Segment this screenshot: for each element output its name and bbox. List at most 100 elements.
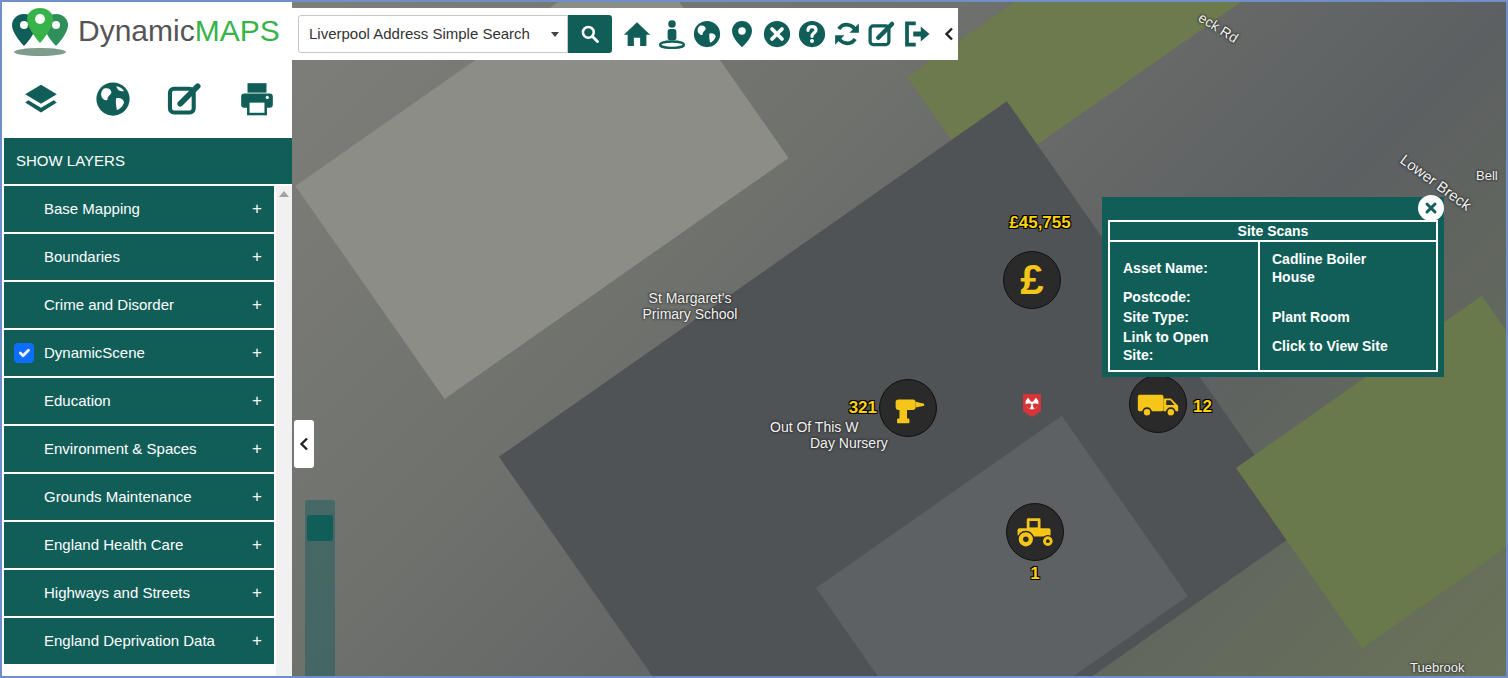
layers-header[interactable]: SHOW LAYERS	[4, 138, 292, 184]
map-label: Out Of This W	[770, 419, 858, 435]
layer-item[interactable]: Highways and Streets +	[4, 570, 274, 616]
print-icon[interactable]	[238, 80, 276, 118]
layer-item[interactable]: Education +	[4, 378, 274, 424]
layer-item[interactable]: Boundaries+	[4, 234, 274, 280]
home-icon[interactable]	[622, 19, 652, 49]
panel-tools	[2, 60, 292, 138]
zoom-handle[interactable]	[307, 515, 333, 541]
map-marker[interactable]	[1129, 375, 1187, 433]
layer-label: Base Mapping	[44, 198, 140, 221]
close-icon[interactable]	[1424, 201, 1438, 215]
scroll-up-icon[interactable]	[279, 191, 289, 197]
side-panel: DynamicMAPS SHOW LAYERS Base Mapping+Bou…	[2, 2, 292, 676]
layer-item[interactable]: Crime and Disorder +	[4, 282, 274, 328]
field-label: Asset Name:	[1123, 259, 1208, 277]
toolbar-icons	[622, 19, 932, 49]
field-value[interactable]: Click to View Site	[1272, 337, 1388, 355]
popup-field-value	[1258, 287, 1436, 307]
expand-toggle[interactable]: +	[244, 388, 262, 414]
layer-label: Grounds Maintenance	[44, 486, 192, 509]
marker-count: £45,755	[1009, 214, 1070, 233]
popup-close-button[interactable]	[1418, 195, 1444, 221]
popup-field-value[interactable]: Click to View Site	[1258, 327, 1436, 370]
expand-toggle[interactable]: +	[244, 292, 262, 318]
layer-label: Education	[44, 390, 111, 413]
marker-icon[interactable]	[727, 19, 757, 49]
layer-label: DynamicScene	[44, 342, 145, 365]
popup-field-label: Link to Open Site:	[1110, 327, 1258, 370]
map-label: Bell	[1476, 168, 1498, 184]
layer-item[interactable]: DynamicScene +	[4, 330, 274, 376]
marker-count: 321	[849, 399, 877, 418]
map-label: Tuebrook	[1410, 660, 1464, 676]
field-label: Site Type:	[1123, 308, 1189, 326]
layer-label: England Deprivation Data	[44, 630, 215, 653]
refresh-icon[interactable]	[832, 19, 862, 49]
map-label: Day Nursery	[810, 435, 888, 451]
toolbar: Liverpool Address Simple Search	[292, 8, 958, 60]
map-marker[interactable]	[1021, 392, 1043, 418]
popup-field-label: Site Type:	[1110, 307, 1258, 327]
layer-item[interactable]: England Health Care +	[4, 522, 274, 568]
popup-field-value: Plant Room	[1258, 307, 1436, 327]
expand-toggle[interactable]: +	[244, 244, 262, 270]
field-value: Plant Room	[1272, 308, 1350, 326]
layer-label: England Health Care	[44, 534, 183, 557]
popup-title: Site Scans	[1110, 222, 1436, 242]
field-label: Link to Open Site:	[1123, 328, 1238, 364]
clear-icon[interactable]	[762, 19, 792, 49]
layer-checkbox[interactable]	[14, 343, 34, 363]
map-label: St Margaret's Primary School	[635, 290, 745, 322]
edit-icon[interactable]	[867, 19, 897, 49]
layer-label: Crime and Disorder	[44, 294, 174, 317]
chevron-left-icon[interactable]	[944, 27, 954, 41]
expand-toggle[interactable]: +	[244, 196, 262, 222]
search-button[interactable]	[568, 15, 612, 53]
logo-second: MAPS	[195, 14, 280, 47]
expand-toggle[interactable]: +	[244, 628, 262, 654]
layers-icon[interactable]	[22, 80, 60, 118]
tractor-icon	[1013, 515, 1057, 549]
popup-field-value: Cadline Boiler House	[1258, 242, 1436, 287]
layers-panel: Base Mapping+Boundaries+Crime and Disord…	[4, 186, 292, 676]
expand-toggle[interactable]: +	[244, 340, 262, 366]
logout-icon[interactable]	[902, 19, 932, 49]
expand-toggle[interactable]: +	[244, 436, 262, 462]
site-popup: Site Scans Asset Name: Cadline Boiler Hou…	[1102, 197, 1444, 377]
expand-toggle[interactable]: +	[244, 484, 262, 510]
field-value: Cadline Boiler House	[1272, 250, 1400, 286]
map[interactable]: Liverpool Address Simple Search	[292, 2, 1506, 676]
globe-icon[interactable]	[94, 80, 132, 118]
hazard-icon	[1021, 392, 1043, 418]
layer-list: Base Mapping+Boundaries+Crime and Disord…	[4, 186, 274, 676]
layer-scrollbar[interactable]	[276, 186, 292, 676]
magnifier-icon	[580, 24, 600, 44]
logo[interactable]: DynamicMAPS	[2, 2, 292, 60]
logo-first: Dynamic	[78, 14, 195, 47]
search-select[interactable]: Liverpool Address Simple Search	[298, 15, 568, 53]
map-marker[interactable]	[1006, 503, 1064, 561]
layer-item[interactable]: Base Mapping +	[4, 186, 274, 232]
layer-item[interactable]: England Deprivation Data +	[4, 618, 274, 664]
expand-toggle[interactable]: +	[244, 532, 262, 558]
chevron-left-icon[interactable]	[299, 437, 309, 451]
marker-count: 12	[1193, 398, 1212, 417]
popup-field-label: Postcode:	[1110, 287, 1258, 307]
street-view-icon[interactable]	[657, 19, 687, 49]
zoom-slider[interactable]	[305, 500, 335, 676]
toolbar-collapse[interactable]	[940, 19, 958, 49]
expand-toggle[interactable]: +	[244, 580, 262, 606]
globe-icon[interactable]	[692, 19, 722, 49]
layer-item[interactable]: Grounds Maintenance +	[4, 474, 274, 520]
map-marker[interactable]	[879, 379, 937, 437]
edit-icon[interactable]	[166, 80, 204, 118]
popup-field-label: Asset Name:	[1110, 242, 1258, 287]
caret-icon[interactable]	[551, 32, 559, 37]
map-marker[interactable]: £	[1003, 251, 1061, 309]
layer-item[interactable]: Environment & Spaces+	[4, 426, 274, 472]
pound-icon: £	[1020, 259, 1043, 301]
help-icon[interactable]	[797, 19, 827, 49]
panel-collapse[interactable]	[294, 420, 314, 468]
marker-count: 1	[1030, 565, 1039, 584]
layer-label: Highways and Streets	[44, 582, 190, 605]
